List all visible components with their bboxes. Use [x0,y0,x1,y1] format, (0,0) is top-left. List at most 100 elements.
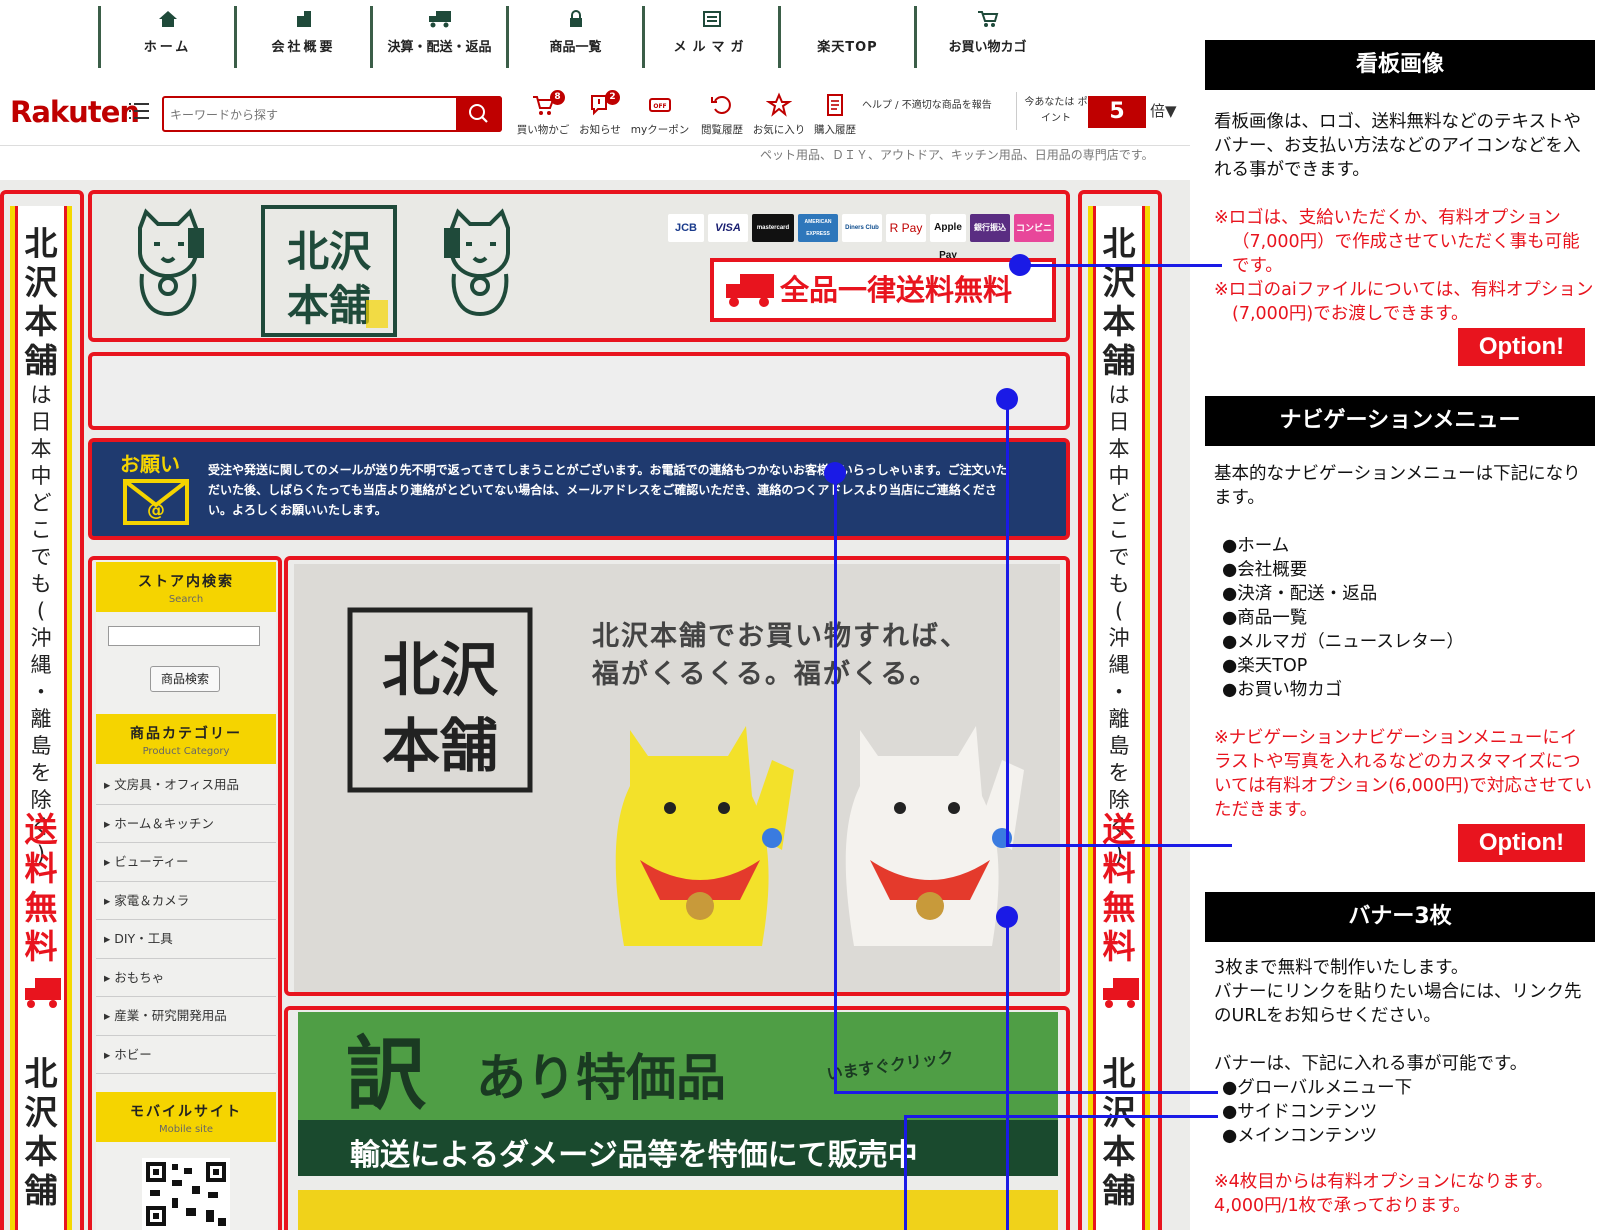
nav-home[interactable]: ホーム [98,6,234,68]
page: Rakuten 8 買い物かご 2 お知らせ OFF myクーポン 閲覧履歴 お… [0,0,1600,1230]
truck-icon [25,978,61,1008]
rakuten-logo[interactable]: Rakuten [10,95,140,129]
svg-text:OFF: OFF [653,103,666,110]
search-icon [469,104,488,123]
menu-icon[interactable] [128,100,150,122]
nav-products-label: 商品一覧 [549,40,602,55]
truck-icon [428,11,451,28]
cart-badge: 8 [550,90,565,105]
connector-line [1006,844,1232,847]
nav-payment-shipping-label: 決算・配送・返品 [387,40,492,55]
section-signboard-note-1: ※ロゴは、支給いただくか、有料オプション（7,000円）で作成させていただく事も… [1214,208,1580,276]
section-navigation-body: 基本的なナビゲーションメニューは下記になります。 [1214,464,1581,508]
mobile-site-title: モバイルサイト [130,1104,242,1120]
category-item[interactable]: ▸ 文房具・オフィス用品 [96,766,276,805]
category-item[interactable]: ▸ 家電＆カメラ [96,882,276,920]
convenience-store-icon: コンビニ [1014,214,1054,242]
svg-text:本舗: 本舗 [287,281,371,330]
connector-line [834,1091,1218,1094]
store-search-button[interactable]: 商品検索 [150,666,220,692]
newsletter-icon [702,11,721,27]
sale-banner[interactable] [298,1190,1058,1230]
connector-line [834,474,837,1094]
option-badge: Option! [1458,824,1585,862]
left-vertical-store-name-2: 北沢本舗 [24,1054,58,1210]
favorites-link[interactable]: お気に入り [750,92,808,137]
connector-dot [996,388,1018,410]
section-signboard-body: 看板画像は、ロゴ、送料無料などのテキストやバナー、お支払い方法などのアイコンなど… [1214,112,1581,180]
search-box [162,96,502,132]
star-icon [766,92,792,117]
section-signboard-heading: 看板画像 [1205,40,1595,90]
category-item[interactable]: ▸ DIY・工具 [96,920,276,959]
diners-icon: Diners Club [842,214,882,242]
points-suffix[interactable]: 倍▼ [1150,100,1177,121]
purchase-history-link[interactable]: 購入履歴 [810,92,860,137]
hero-text-line2: 福がくるくる。福がくる。 [592,659,939,690]
section-banner-body-2: バナーにリンクを貼りたい場合には、リンク先のURLをお知らせください。 [1214,982,1582,1026]
store-search-subtitle: Search [168,594,204,605]
connector-line [904,1115,907,1230]
connector-line [1006,400,1009,846]
history-link[interactable]: 閲覧履歴 [696,92,748,137]
right-vertical-free-shipping: 送料無料 [1102,810,1136,966]
store-search-header: ストア内検索 Search [96,562,276,612]
visa-icon: VISA [708,214,748,242]
nav-rakuten-top[interactable]: 楽天TOP [778,6,914,68]
cart-link[interactable]: 8 買い物かご [514,90,572,137]
right-vertical-subtext: は日本中どこでも(沖縄・離島を除く) [1108,383,1130,866]
section-banner-list: ●グローバルメニュー下 ●サイドコンテンツ ●メインコンテンツ [1222,1078,1413,1146]
outlet-banner-big-char: 訳 [346,1028,426,1121]
help-link[interactable]: ヘルプ / 不適切な商品を報告 [862,96,992,111]
rpay-icon: R Pay [886,214,926,242]
store-logo: 北沢本舗 [347,607,533,793]
connector-line [904,1115,1218,1118]
notification-link[interactable]: 2 お知らせ [576,90,624,137]
bank-transfer-icon: 銀行振込 [970,214,1010,242]
connector-dot [1009,254,1031,276]
section-banner-body-3: バナーは、下記に入れる事が可能です。 [1214,1054,1528,1074]
navigation-frame [88,352,1070,430]
qr-code-icon[interactable] [142,1158,230,1230]
nav-products[interactable]: 商品一覧 [506,6,642,68]
section-navigation-list: ●ホーム ●会社概要 ●決済・配送・返品 ●商品一覧 ●メルマガ（ニュースレター） ●楽天… [1222,536,1464,700]
hero-text-line1: 北沢本舗でお買い物すれば、 [592,621,969,652]
right-vertical-banner: 北沢本舗 は日本中どこでも(沖縄・離島を除く) 送料無料 北沢本舗 [1088,206,1150,1230]
connector-dot [996,906,1018,928]
nav-company-label: 会社概要 [271,40,336,55]
purchase-history-label: 購入履歴 [814,124,856,136]
notice-title: お願い [120,452,180,476]
section-banner-note: ※4枚目からは有料オプションになります。4,000円/1枚で承っております。 [1214,1172,1554,1216]
home-icon [158,11,177,27]
outlet-banner-subtitle: 輸送によるダメージ品等を特価にて販売中 [350,1138,918,1173]
category-item[interactable]: ▸ ビューティー [96,843,276,882]
category-item[interactable]: ▸ ホビー [96,1036,276,1074]
nav-company[interactable]: 会社概要 [234,6,370,68]
right-vertical-store-name: 北沢本舗 [1102,224,1136,380]
store-logo: 北沢本舗 [261,205,397,337]
jcb-icon: JCB [668,214,704,242]
nav-payment-shipping[interactable]: 決算・配送・返品 [370,6,506,68]
mail-icon: @ [123,479,189,525]
mastercard-icon: mastercard [752,214,794,242]
header-divider [1016,92,1017,130]
search-input[interactable] [170,105,450,125]
section-signboard-note-2: ※ロゴのaiファイルについては、有料オプション(7,000円)でお渡しできます。 [1214,280,1594,324]
truck-icon [726,274,774,307]
nav-newsletter[interactable]: メルマガ [642,6,778,68]
search-button[interactable] [456,96,502,132]
svg-text:北沢: 北沢 [287,227,372,276]
category-item[interactable]: ▸ ホーム＆キッチン [96,805,276,843]
points-value[interactable]: 5 [1088,96,1146,128]
store-search-input[interactable] [108,626,260,646]
category-item[interactable]: ▸ 産業・研究開発用品 [96,997,276,1036]
category-item[interactable]: ▸ おもちゃ [96,959,276,997]
connector-line [1020,264,1222,267]
nav-rakuten-top-label: 楽天TOP [817,40,878,55]
section-navigation-heading: ナビゲーションメニュー [1205,396,1595,446]
notification-label: お知らせ [579,124,621,136]
coupon-link[interactable]: OFF myクーポン [630,92,690,137]
nav-cart[interactable]: お買い物カゴ [914,6,1058,68]
left-vertical-store-name: 北沢本舗 [24,224,58,380]
mobile-site-header: モバイルサイト Mobile site [96,1092,276,1142]
